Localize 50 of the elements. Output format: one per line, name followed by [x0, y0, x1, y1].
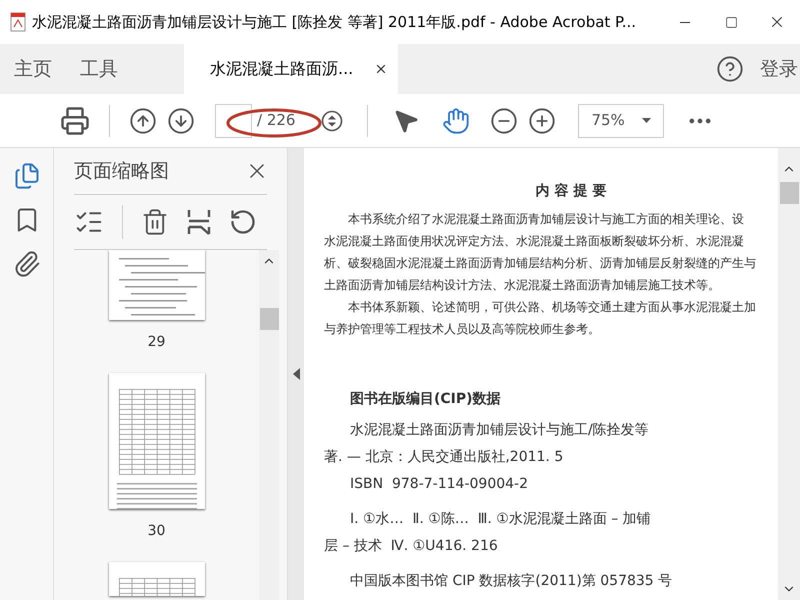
document-text: 著. — 北京：人民交通出版社,2011. 5 — [324, 448, 564, 467]
zoom-in-icon[interactable] — [528, 106, 556, 134]
scrollbar-thumb[interactable] — [780, 182, 798, 204]
delete-icon[interactable] — [141, 208, 169, 236]
document-text: Ⅰ. ①水… Ⅱ. ①陈… Ⅲ. ①水泥混凝土路面 – 加铺 — [350, 510, 651, 529]
next-page-icon[interactable] — [167, 106, 195, 134]
page-thumbnail[interactable] — [108, 562, 204, 596]
page-total: / 226 — [257, 110, 296, 132]
document-text: 中国版本图书馆 CIP 数据核字(2011)第 057835 号 — [350, 572, 672, 591]
scrollbar[interactable] — [259, 250, 279, 600]
zoom-dropdown[interactable]: 75% — [578, 104, 664, 138]
document-tab[interactable]: 水泥混凝土路面沥... — [184, 44, 398, 94]
spinner-icon[interactable] — [321, 110, 344, 132]
scrollbar-thumb[interactable] — [260, 308, 278, 330]
hand-tool-icon[interactable] — [442, 106, 470, 134]
pdf-file-icon — [10, 12, 26, 32]
page-number: 29 — [148, 333, 166, 352]
document-text: 土路面沥青加铺层结构设计方法、水泥混凝土路面沥青加铺层施工技术等。 — [324, 277, 720, 294]
document-heading: 内 容 提 要 — [536, 182, 606, 201]
login-link[interactable]: 登录 — [760, 54, 798, 84]
nav-tab[interactable]: 工具 — [66, 44, 132, 94]
document-text: 本书体系新颖、论述简明，可供公路、机场等交通土建方面从事水泥混凝土加 — [348, 299, 756, 316]
document-text: 本书系统介绍了水泥混凝土路面沥青加铺层设计与施工方面的相关理论、设 — [348, 211, 744, 228]
extract-pages-icon[interactable] — [187, 208, 211, 236]
document-text: 水泥混凝土路面使用状况评定方法、水泥混凝土路面板断裂破坏分析、水泥混凝 — [324, 233, 744, 250]
zoom-out-icon[interactable] — [490, 106, 518, 134]
window-title: 水泥混凝土路面沥青加铺层设计与施工 [陈拴发 等著] 2011年版.pdf - Adobe Acrobat P... — [32, 12, 636, 33]
document-text: 析、破裂稳固水泥混凝土路面沥青加铺层结构分析、沥青加铺层反射裂缝的产生与 — [324, 255, 756, 272]
pages-icon[interactable] — [12, 162, 40, 190]
document-text: 层 – 技术 Ⅳ. ①U416. 216 — [324, 537, 498, 556]
close-tab-icon[interactable] — [374, 62, 388, 76]
nav-tab[interactable]: 主页 — [0, 44, 66, 94]
print-icon[interactable] — [60, 106, 90, 136]
scrollbar[interactable] — [778, 148, 800, 600]
panel-title: 页面缩略图 — [74, 158, 169, 184]
tab-label: 水泥混凝土路面沥... — [210, 58, 354, 80]
dropdown-arrow-icon — [642, 118, 652, 123]
document-text: ISBN 978-7-114-09004-2 — [350, 475, 528, 494]
maximize-icon — [724, 16, 738, 28]
page-thumbnail[interactable] — [108, 373, 204, 509]
collapse-arrow-icon[interactable] — [292, 368, 300, 380]
cip-heading: 图书在版编目(CIP)数据 — [349, 390, 502, 409]
rotate-icon[interactable] — [229, 208, 257, 236]
page-number: 30 — [148, 522, 166, 541]
document-text: 水泥混凝土路面沥青加铺层设计与施工/陈拴发等 — [350, 421, 649, 440]
document-text: 与养护管理等工程技术人员以及高等院校师生参考。 — [324, 321, 600, 338]
help-icon[interactable] — [716, 55, 744, 83]
paperclip-icon[interactable] — [12, 250, 40, 278]
previous-page-icon[interactable] — [129, 106, 157, 134]
page-thumbnail[interactable] — [108, 250, 204, 320]
